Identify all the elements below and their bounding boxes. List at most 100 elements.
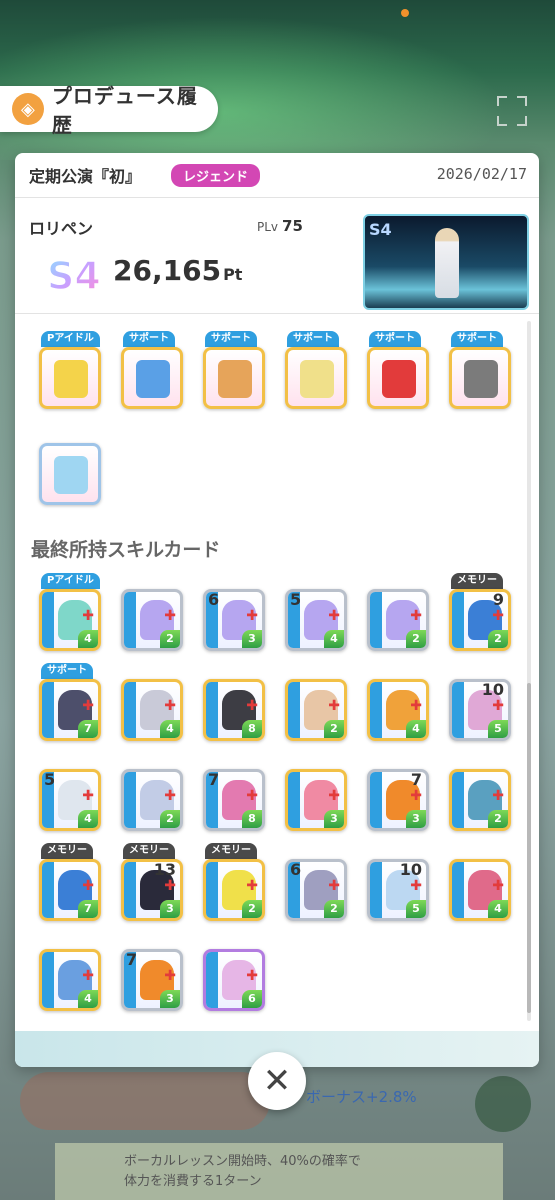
item-tag: Pアイドル <box>41 331 100 347</box>
upgrade-plus-icon: ✚ <box>492 788 504 804</box>
effect-strip <box>206 682 218 738</box>
upgrade-plus-icon: ✚ <box>82 608 94 624</box>
item-card-meal[interactable] <box>203 347 265 409</box>
cost-badge: 4 <box>78 810 98 828</box>
producer-name: ロリペン <box>29 219 94 238</box>
cost-badge: 2 <box>242 900 262 918</box>
effect-strip <box>42 682 54 738</box>
cost-badge: 4 <box>324 630 344 648</box>
cost-badge: 8 <box>242 720 262 738</box>
expand-icon[interactable] <box>497 96 527 126</box>
skill-card[interactable]: 5 ✚ 4 <box>39 769 101 831</box>
history-icon: ◈ <box>12 93 44 125</box>
skill-card[interactable]: ✚ 2 <box>285 679 347 741</box>
rank-s4-icon: S4 <box>46 253 101 297</box>
penlight-icon <box>54 360 88 398</box>
skill-card[interactable]: ✚ 2 <box>121 769 183 831</box>
skill-card[interactable]: ✚ 4 <box>39 589 101 651</box>
record-date: 2026/02/17 <box>436 165 527 183</box>
cost-badge: 2 <box>488 630 508 648</box>
skill-card[interactable]: ✚ 4 <box>121 679 183 741</box>
skill-card[interactable]: ✚ 2 <box>449 769 511 831</box>
cost-badge: 3 <box>160 990 180 1008</box>
item-tag: サポート <box>451 331 503 347</box>
notification-text: ボーカルレッスン開始時、40%の確率で 体力を消費する1ターン <box>124 1154 361 1189</box>
upgrade-plus-icon: ✚ <box>492 608 504 624</box>
upgrade-plus-icon: ✚ <box>164 788 176 804</box>
upgrade-plus-icon: ✚ <box>82 788 94 804</box>
item-card-penlight[interactable] <box>39 347 101 409</box>
page-title: プロデュース履歴 <box>51 84 198 137</box>
skill-card[interactable]: 10 ✚ 5 <box>367 859 429 921</box>
skill-card[interactable]: 9 ✚ 2 <box>449 589 511 651</box>
enhance-count: 7 <box>208 770 220 789</box>
cost-badge: 2 <box>406 630 426 648</box>
menu-button[interactable] <box>475 1076 531 1132</box>
flowers-icon <box>300 360 334 398</box>
plush-icon <box>54 456 88 494</box>
effect-strip <box>452 592 464 648</box>
skill-card[interactable]: 7 ✚ 3 <box>367 769 429 831</box>
skill-card[interactable]: 13 ✚ 3 <box>121 859 183 921</box>
enhance-count: 5 <box>44 770 56 789</box>
skill-card[interactable]: ✚ 4 <box>39 949 101 1011</box>
skill-card[interactable]: 10 ✚ 5 <box>449 679 511 741</box>
basket-icon <box>382 360 416 398</box>
meal-icon <box>218 360 252 398</box>
effect-strip <box>206 862 218 918</box>
skill-card[interactable]: ✚ 8 <box>203 679 265 741</box>
scrollbar-thumb[interactable] <box>527 683 531 1013</box>
home-nav-bar[interactable] <box>20 1072 270 1130</box>
effect-strip <box>124 592 136 648</box>
item-card-flowers[interactable] <box>285 347 347 409</box>
cost-badge: 4 <box>406 720 426 738</box>
notebook-icon <box>464 360 498 398</box>
skill-card[interactable]: ✚ 2 <box>203 859 265 921</box>
cost-badge: 3 <box>324 810 344 828</box>
produce-record-panel: 定期公演『初』 レジェンド 2026/02/17 ロリペン PLv 75 S4 2… <box>15 153 539 1067</box>
cost-badge: 2 <box>324 720 344 738</box>
effect-strip <box>452 682 464 738</box>
idol-thumbnail[interactable]: S4 <box>363 214 529 310</box>
cost-badge: 3 <box>406 810 426 828</box>
upgrade-plus-icon: ✚ <box>328 878 340 894</box>
item-card-plush[interactable] <box>39 443 101 505</box>
upgrade-plus-icon: ✚ <box>246 698 258 714</box>
item-card-drinks[interactable] <box>121 347 183 409</box>
cost-badge: 4 <box>488 900 508 918</box>
effect-strip <box>288 772 300 828</box>
skill-card[interactable]: ✚ 7 <box>39 679 101 741</box>
item-card-basket[interactable] <box>367 347 429 409</box>
enhance-count: 6 <box>208 590 220 609</box>
skill-card[interactable]: 7 ✚ 8 <box>203 769 265 831</box>
item-tag: サポート <box>205 331 257 347</box>
difficulty-badge: レジェンド <box>171 163 261 187</box>
effect-strip <box>370 772 382 828</box>
page-header: ◈ プロデュース履歴 <box>0 84 218 137</box>
effect-strip <box>452 862 464 918</box>
upgrade-plus-icon: ✚ <box>410 878 422 894</box>
enhance-count: 10 <box>481 680 504 699</box>
skill-card[interactable]: 6 ✚ 3 <box>203 589 265 651</box>
close-button[interactable]: ✕ <box>248 1052 306 1110</box>
skill-card[interactable]: 7 ✚ 3 <box>121 949 183 1011</box>
item-tag: サポート <box>287 331 339 347</box>
item-card-notebook[interactable] <box>449 347 511 409</box>
upgrade-plus-icon: ✚ <box>410 698 422 714</box>
skill-card[interactable]: ✚ 6 <box>203 949 265 1011</box>
effect-strip <box>42 592 54 648</box>
skill-card-tag: メモリー <box>451 573 503 589</box>
skill-card[interactable]: ✚ 2 <box>367 589 429 651</box>
close-icon: ✕ <box>262 1061 292 1101</box>
upgrade-plus-icon: ✚ <box>492 878 504 894</box>
skill-card[interactable]: 5 ✚ 4 <box>285 589 347 651</box>
skill-card[interactable]: 6 ✚ 2 <box>285 859 347 921</box>
effect-strip <box>42 862 54 918</box>
upgrade-plus-icon: ✚ <box>246 878 258 894</box>
skill-card[interactable]: ✚ 7 <box>39 859 101 921</box>
skill-card[interactable]: ✚ 3 <box>285 769 347 831</box>
skill-card[interactable]: ✚ 4 <box>449 859 511 921</box>
skill-card[interactable]: ✚ 2 <box>121 589 183 651</box>
cost-badge: 4 <box>160 720 180 738</box>
skill-card[interactable]: ✚ 4 <box>367 679 429 741</box>
